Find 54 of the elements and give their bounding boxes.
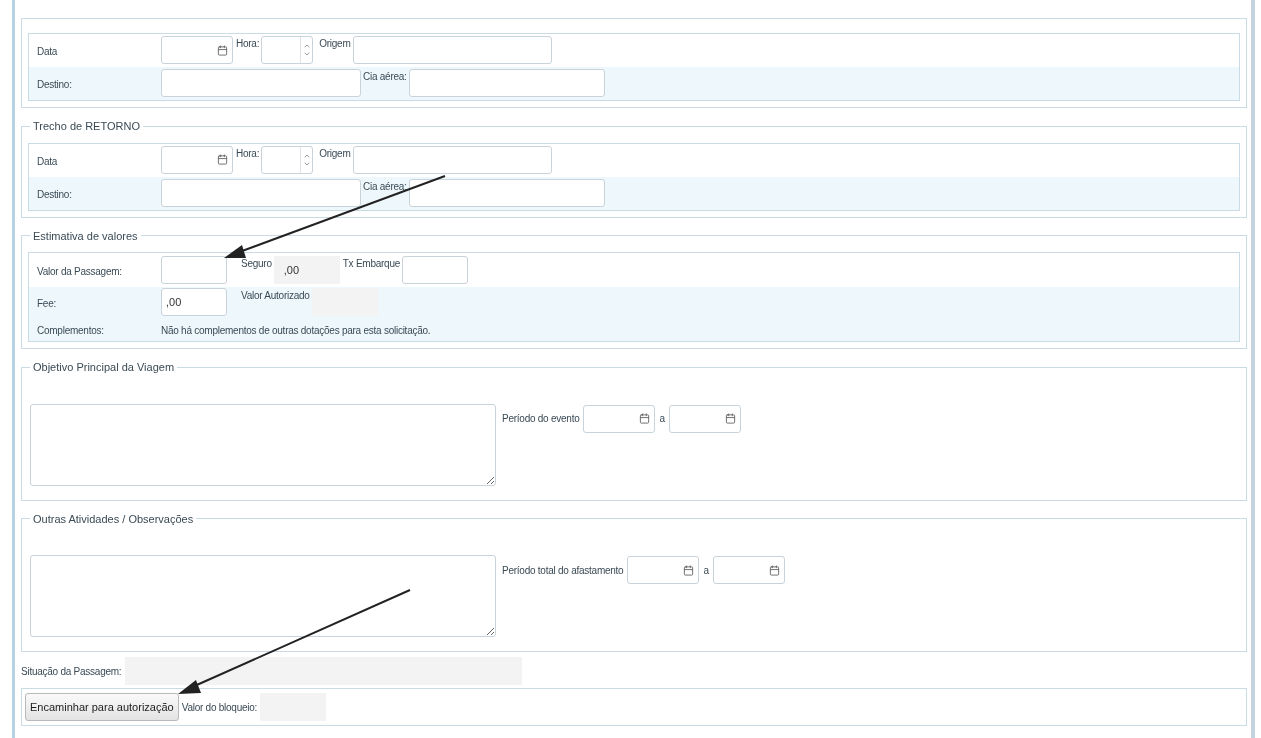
field-label: Data [37, 45, 59, 59]
field-label: Cia aérea: [363, 179, 407, 194]
section-legend: Trecho de RETORNO [30, 118, 143, 135]
airline-field[interactable] [408, 69, 605, 97]
boarding-tax-field[interactable] [402, 256, 469, 284]
field-label: Seguro [241, 257, 272, 271]
field-label: Destino: [37, 78, 73, 92]
calendar-icon[interactable] [217, 154, 228, 165]
date-field[interactable] [627, 556, 700, 584]
field-label: Origem [319, 146, 351, 161]
time-field[interactable] [261, 36, 314, 64]
date-field[interactable] [583, 404, 656, 433]
date-field[interactable] [161, 145, 233, 174]
field-label: Situação da Passagem: [21, 664, 122, 679]
section-legend: Outras Atividades / Observações [30, 510, 197, 527]
field-label: Origem [319, 37, 351, 51]
date-field[interactable] [712, 556, 785, 584]
calendar-icon[interactable] [639, 413, 651, 424]
field-label: Tx Embarque [342, 257, 401, 271]
field-label: Valor Autorizado [241, 289, 310, 303]
text-area[interactable] [30, 555, 496, 637]
field-label: Valor do bloqueio: [181, 700, 258, 715]
field-label: Período do evento [502, 412, 580, 426]
time-field[interactable] [261, 145, 314, 174]
field-label: Hora: [236, 37, 260, 51]
field-label: a [659, 412, 665, 426]
calendar-icon[interactable] [724, 413, 736, 424]
calendar-icon[interactable] [683, 564, 695, 576]
section-legend: Estimativa de valores [30, 227, 141, 244]
fare-field[interactable] [161, 256, 227, 284]
origin-field[interactable] [352, 145, 552, 174]
field-label: Destino: [37, 187, 73, 202]
destination-field[interactable] [161, 178, 361, 207]
field-label: Complementos: [37, 323, 105, 338]
calendar-icon[interactable] [768, 564, 780, 576]
insurance-field: ,00 [273, 256, 340, 284]
section-legend: Objetivo Principal da Viagem [30, 359, 178, 376]
field-label: Período total do afastamento [502, 563, 624, 578]
field-label: Valor da Passagem: [37, 265, 123, 279]
text-area[interactable] [30, 403, 496, 486]
airline-field[interactable] [408, 178, 605, 207]
calendar-icon[interactable] [217, 44, 228, 56]
field-label: Fee: [37, 297, 57, 311]
origin-field[interactable] [352, 36, 552, 64]
fee-field[interactable]: ,00 [161, 288, 227, 316]
forward-button[interactable]: Encaminhar para autorização [25, 693, 179, 721]
field-label: Data [37, 154, 59, 169]
date-field[interactable] [161, 36, 233, 64]
destination-field[interactable] [161, 69, 361, 97]
complements-text: Não há complementos de outras dotações para esta solicitação. [161, 323, 431, 338]
field-label: Hora: [236, 146, 260, 161]
field-label: Cia aérea: [363, 70, 407, 84]
field-label: a [703, 563, 709, 578]
date-field[interactable] [668, 404, 741, 433]
